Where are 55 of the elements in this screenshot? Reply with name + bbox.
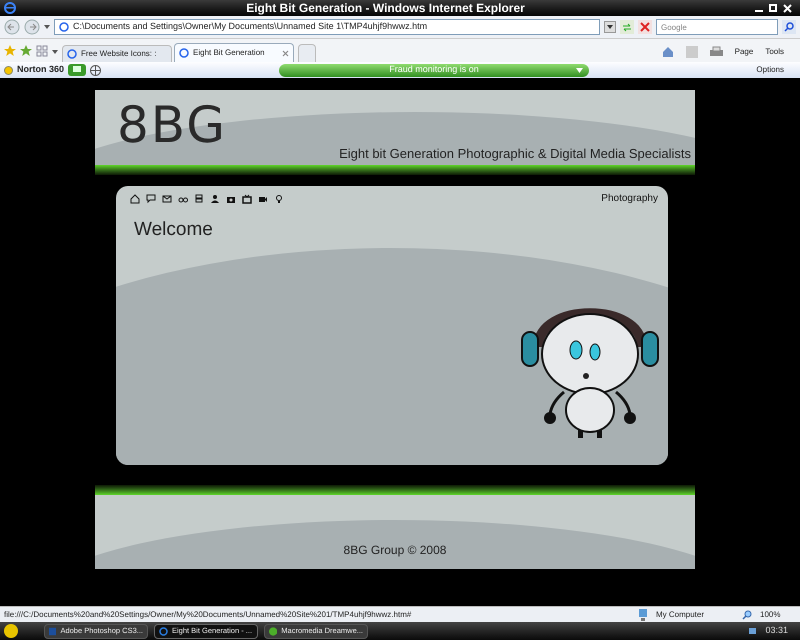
speech-bubble-icon[interactable] [146, 194, 156, 204]
banner-text: Fraud monitoring is on [389, 63, 479, 76]
computer-icon [638, 608, 648, 620]
window-title: Eight Bit Generation - Windows Internet Explorer [246, 0, 525, 15]
browser-logo-icon [159, 626, 168, 636]
person-icon[interactable] [210, 194, 220, 204]
globe-icon[interactable] [90, 64, 102, 76]
back-button[interactable] [4, 19, 20, 35]
forward-button[interactable] [24, 19, 40, 35]
footer-text: 8BG Group © 2008 [344, 542, 446, 559]
dropdown-button[interactable] [604, 21, 616, 33]
app-icon [49, 626, 56, 636]
zoom-level[interactable]: 100% [760, 608, 796, 620]
app-icon [269, 626, 278, 636]
norton-logo-icon [4, 66, 13, 74]
mail-icon[interactable] [162, 194, 172, 204]
options-menu[interactable]: Options [756, 64, 796, 76]
site-tagline: Eight bit Generation Photographic & Digital Media Specialists [339, 144, 691, 163]
light-bulb-icon[interactable] [274, 194, 284, 204]
add-favorite-icon[interactable] [20, 45, 32, 57]
browser-tab[interactable]: Eight Bit Generation [174, 43, 294, 62]
start-button[interactable] [4, 624, 18, 638]
printer-icon[interactable] [710, 46, 723, 58]
server-icon[interactable] [194, 194, 204, 204]
clock: 03:31 [765, 624, 789, 638]
stop-icon[interactable] [638, 20, 652, 34]
caret-icon[interactable] [44, 25, 50, 29]
search-field[interactable]: Google [656, 19, 778, 35]
camera-icon[interactable] [226, 194, 236, 204]
close-icon[interactable] [783, 4, 792, 12]
quick-tabs-icon[interactable] [36, 45, 48, 57]
address-field[interactable]: C:\Documents and Settings\Owner\My Documents\Unnamed Site 1\TMP4uhjf9hwwz.htm [54, 19, 600, 35]
tv-icon[interactable] [242, 194, 252, 204]
monitor-icon[interactable] [68, 64, 86, 76]
norton-label[interactable]: Norton 360 [17, 63, 64, 77]
caret-icon[interactable] [52, 50, 58, 54]
toolbar-menu[interactable]: Page [734, 46, 754, 58]
close-tab-icon[interactable] [282, 50, 289, 56]
nav-label[interactable]: Photography [601, 191, 658, 206]
status-text: file:///C:/Documents%20and%20Settings/Owner/My%20Documents/Unnamed%20Site%201/TMP4uhjf9hwwz.htm# [4, 608, 412, 620]
minimize-button[interactable] [755, 10, 763, 12]
favorites-star-icon[interactable] [4, 45, 16, 57]
security-zone: My Computer [656, 608, 706, 620]
browser-logo-icon [4, 2, 16, 14]
home-icon[interactable] [130, 194, 140, 204]
toolbar-menu[interactable]: Tools [765, 46, 784, 58]
video-camera-icon[interactable] [258, 194, 268, 204]
caret-icon[interactable] [576, 68, 584, 72]
maximize-button[interactable] [769, 4, 777, 12]
welcome-heading: Welcome [134, 218, 213, 242]
search-icon[interactable] [782, 20, 796, 34]
zoom-icon[interactable] [742, 610, 752, 620]
caret-icon [607, 25, 613, 29]
site-logo: 8BG [117, 100, 227, 150]
browser-tab[interactable]: Free Website Icons: : [62, 45, 172, 62]
